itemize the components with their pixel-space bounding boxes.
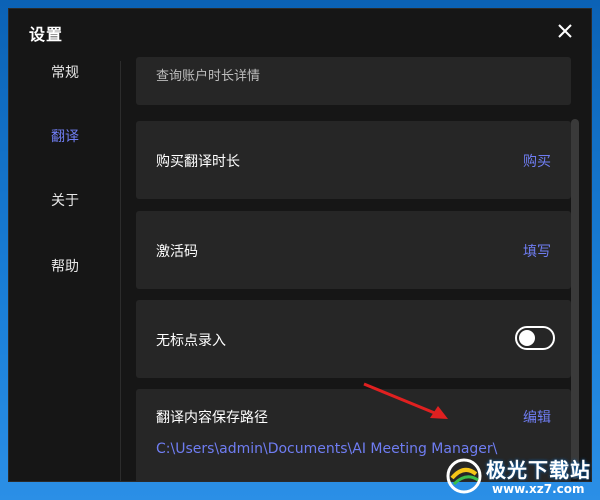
sidebar-item-general[interactable]: 常规 [9,59,119,87]
activation-code-label: 激活码 [156,244,198,260]
edit-link[interactable]: 编辑 [523,407,551,427]
save-path-label: 翻译内容保存路径 [156,410,268,426]
account-detail-label: 查询账户时长详情 [156,69,261,84]
settings-content: 查询账户时长详情 购买翻译时长 购买 激活码 填写 无标点录入 翻译内容保存路径… [136,57,571,481]
no-punctuation-toggle[interactable] [515,326,555,350]
no-punctuation-label: 无标点录入 [156,333,226,349]
content-scrollbar[interactable] [571,119,579,479]
window-title: 设置 [29,25,64,44]
buy-time-card: 购买翻译时长 购买 [136,121,571,199]
save-path-value: C:\Users\admin\Documents\AI Meeting Mana… [156,441,498,457]
fill-in-link[interactable]: 填写 [523,241,551,261]
sidebar-divider [120,61,121,481]
toggle-knob [519,330,535,346]
no-punctuation-card: 无标点录入 [136,300,571,378]
account-detail-card[interactable]: 查询账户时长详情 [136,57,571,105]
close-button[interactable] [553,19,577,43]
settings-window: 设置 常规 翻译 关于 帮助 查询账户时长详情 购买翻译时长 购买 激活码 填写… [8,8,592,482]
sidebar-item-help[interactable]: 帮助 [9,253,119,281]
buy-link[interactable]: 购买 [523,151,551,171]
settings-sidebar: 常规 翻译 关于 帮助 [9,57,119,481]
title-bar: 设置 [9,9,591,57]
sidebar-item-about[interactable]: 关于 [9,187,119,215]
close-icon [558,24,572,38]
save-path-card: 翻译内容保存路径 编辑 C:\Users\admin\Documents\AI … [136,389,571,481]
buy-time-label: 购买翻译时长 [156,154,240,170]
activation-code-card: 激活码 填写 [136,211,571,289]
sidebar-item-translation[interactable]: 翻译 [9,123,119,151]
